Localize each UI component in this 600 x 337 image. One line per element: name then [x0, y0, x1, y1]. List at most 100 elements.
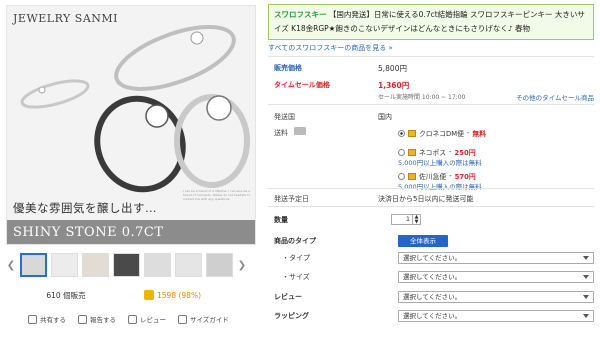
- quantity-stepper[interactable]: 1 ▲ ▼: [391, 214, 421, 225]
- ruler-icon: [178, 314, 187, 324]
- share-button[interactable]: 共有する: [28, 314, 66, 324]
- ship-date-value: 決済日から5日以内に発送可能: [378, 195, 474, 203]
- report-icon: [78, 314, 87, 324]
- sale-time: セール実施時間 10:00 ~ 17:00: [378, 94, 466, 101]
- price-label: 販売価格: [274, 64, 302, 72]
- thumbnail[interactable]: [206, 253, 233, 277]
- fine-print: I can be a friend of a lifetime. I can a…: [183, 189, 251, 201]
- review-button[interactable]: レビュー: [128, 314, 166, 324]
- thumbnail[interactable]: [51, 253, 78, 277]
- thumb-next-icon[interactable]: ❯: [237, 253, 247, 277]
- divider: [268, 206, 594, 207]
- sale-time-row: セール実施時間 10:00 ~ 17:00 その他のタイムセール商品: [268, 92, 594, 102]
- select-value: 選択してください。: [403, 293, 462, 301]
- share-label: 共有する: [40, 316, 66, 324]
- thumbnail[interactable]: [113, 253, 140, 277]
- option-label: ラッピング: [274, 312, 309, 320]
- radio[interactable]: [398, 148, 405, 156]
- product-gallery: JEWELRY SANMI I can be a friend of a lif…: [0, 0, 262, 337]
- show-all-button[interactable]: 全体表示: [398, 235, 448, 247]
- shipping-option[interactable]: 佐川急便 - 570円: [398, 171, 486, 181]
- action-bar: 共有する 報告する レビュー サイズガイド: [28, 312, 229, 326]
- free-shipping-note: 5,000円以上購入の際は無料: [398, 183, 482, 191]
- sale-row: タイムセール価格 1,360円: [268, 80, 594, 91]
- type-select[interactable]: 選択してください。: [398, 252, 594, 264]
- like-button[interactable]: 1598 (98%): [144, 290, 201, 300]
- shipping-option[interactable]: ネコポス - 250円: [398, 147, 486, 157]
- review-label: レビュー: [140, 316, 166, 324]
- image-caption: 優美な雰囲気を醸し出す…: [13, 201, 157, 215]
- fee-label-text: 送料: [274, 129, 288, 137]
- size-guide-label: サイズガイド: [190, 316, 229, 324]
- sale-label: タイムセール価格: [274, 81, 330, 89]
- share-icon: [28, 314, 37, 324]
- divider: [268, 188, 594, 189]
- ship-date-row: 発送予定日 決済日から5日以内に発送可能: [268, 194, 594, 204]
- sold-count: 610 個販売: [46, 290, 86, 300]
- select-value: 選択してください。: [403, 254, 462, 262]
- option-price: 250円: [454, 149, 476, 157]
- size-guide-button[interactable]: サイズガイド: [178, 314, 229, 324]
- ship-date-label: 発送予定日: [274, 195, 309, 203]
- option-row: ・タイプ 選択してください。: [268, 252, 594, 264]
- divider: [268, 104, 594, 105]
- package-icon: [408, 148, 416, 156]
- product-title: スワロフスキー 【国内発送】日常に使える0.7ct結婚指輪 スワロフスキーピンキ…: [268, 4, 594, 40]
- option-row: ・サイズ 選択してください。: [268, 271, 594, 283]
- option-label: ・タイプ: [282, 254, 310, 262]
- option-name: ネコポス: [419, 149, 447, 157]
- other-sale-link[interactable]: その他のタイムセール商品: [516, 92, 594, 102]
- thumbs-up-icon: [144, 290, 154, 300]
- product-info: スワロフスキー 【国内発送】日常に使える0.7ct結婚指輪 スワロフスキーピンキ…: [268, 0, 596, 337]
- report-button[interactable]: 報告する: [78, 314, 116, 324]
- chevron-down-icon: [583, 275, 589, 279]
- thumb-prev-icon[interactable]: ❮: [6, 253, 16, 277]
- brand-logo-text: JEWELRY SANMI: [13, 12, 118, 25]
- wrapping-select[interactable]: 選択してください。: [398, 310, 594, 322]
- all-products-link[interactable]: すべてのスワロフスキーの商品を見る »: [268, 43, 393, 53]
- divider: [268, 56, 594, 57]
- thumbnail[interactable]: [82, 253, 109, 277]
- sale-value: 1,360円: [378, 81, 410, 90]
- free-shipping-note: 5,000円以上購入の際は無料: [398, 159, 482, 167]
- thumbnail-strip: ❮ ❯: [6, 252, 256, 278]
- option-row: ラッピング 選択してください。: [268, 310, 594, 322]
- option-label: ・サイズ: [282, 273, 310, 281]
- radio[interactable]: [398, 172, 405, 180]
- shipping-options: クロネコDM便 - 無料 ネコポス - 250円 5,000円以上購入の際は無料…: [398, 128, 486, 191]
- product-type-row: 商品のタイプ 全体表示: [268, 235, 594, 247]
- spinner-icon[interactable]: ▲ ▼: [413, 214, 421, 225]
- size-select[interactable]: 選択してください。: [398, 271, 594, 283]
- truck-icon: [294, 127, 307, 135]
- option-price: 無料: [472, 130, 486, 138]
- thumbnail[interactable]: [175, 253, 202, 277]
- option-name: 佐川急便: [419, 173, 447, 181]
- option-row: レビュー 選択してください。: [268, 291, 594, 303]
- chevron-down-icon: [583, 314, 589, 318]
- chevron-down-icon: [583, 295, 589, 299]
- product-stats: 610 個販売 1598 (98%): [6, 288, 256, 302]
- quantity-input[interactable]: 1: [391, 214, 413, 225]
- image-banner: SHINY STONE 0.7CT: [7, 220, 255, 244]
- option-label: レビュー: [274, 293, 302, 301]
- banner-text: SHINY STONE 0.7CT: [13, 225, 164, 240]
- quantity-row: 数量 1 ▲ ▼: [268, 214, 594, 225]
- quantity-label: 数量: [274, 215, 288, 224]
- origin-label: 発送国: [274, 113, 295, 121]
- shipping-option[interactable]: クロネコDM便 - 無料: [398, 128, 486, 138]
- option-name: クロネコDM便: [419, 130, 464, 138]
- select-value: 選択してください。: [403, 273, 462, 281]
- main-product-image[interactable]: JEWELRY SANMI I can be a friend of a lif…: [6, 5, 256, 245]
- product-type-label: 商品のタイプ: [274, 237, 316, 245]
- review-select[interactable]: 選択してください。: [398, 291, 594, 303]
- review-icon: [128, 314, 137, 324]
- origin-value: 国内: [378, 113, 392, 121]
- brand-tag[interactable]: スワロフスキー: [274, 10, 327, 19]
- thumbnail[interactable]: [144, 253, 171, 277]
- origin-row: 発送国 国内: [268, 112, 594, 122]
- select-value: 選択してください。: [403, 312, 462, 320]
- radio-selected[interactable]: [398, 129, 405, 137]
- price-row: 販売価格 5,800円: [268, 63, 594, 74]
- thumbnail[interactable]: [20, 253, 47, 277]
- report-label: 報告する: [90, 316, 116, 324]
